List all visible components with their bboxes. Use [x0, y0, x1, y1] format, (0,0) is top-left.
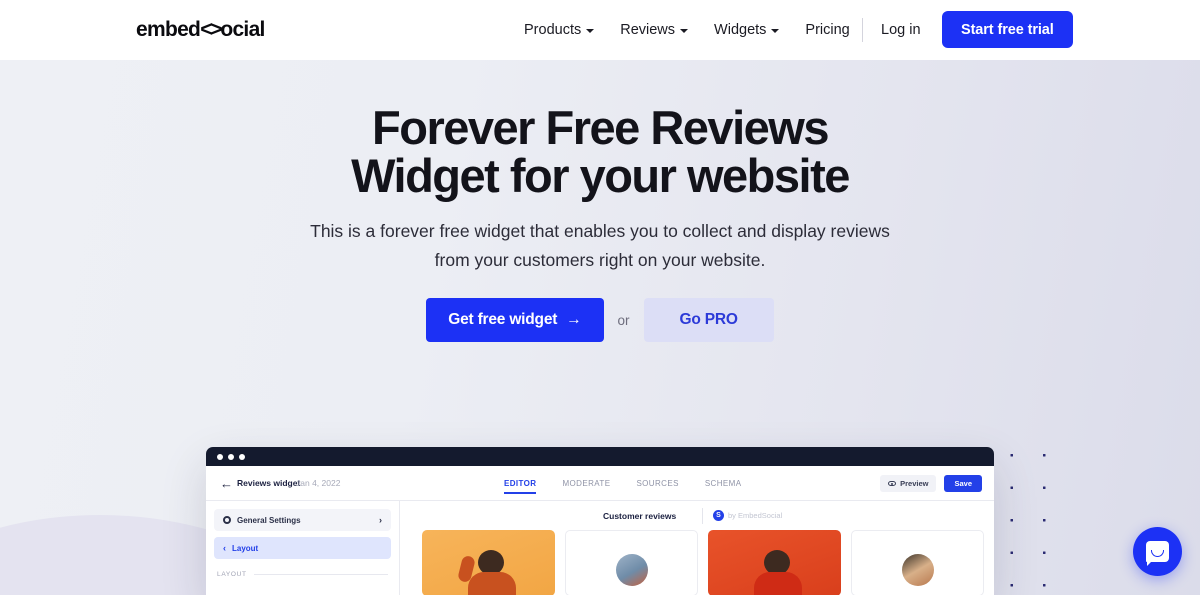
sidebar-section-label: LAYOUT: [217, 571, 247, 578]
tab-schema[interactable]: SCHEMA: [705, 466, 742, 501]
review-card-photo[interactable]: [422, 530, 555, 595]
tab-editor[interactable]: EDITOR: [504, 466, 537, 501]
nav-label-widgets: Widgets: [714, 22, 767, 38]
chevron-down-icon: [680, 29, 689, 33]
go-pro-button[interactable]: Go PRO: [643, 298, 774, 342]
mockup-tabs: EDITOR MODERATE SOURCES SCHEMA: [504, 466, 741, 501]
sidebar-item-general-settings[interactable]: General Settings ›: [214, 509, 391, 531]
mockup-main-header: Customer reviews S by EmbedSocial: [400, 501, 994, 530]
or-separator-label: or: [617, 312, 630, 328]
figure-body: [468, 572, 516, 595]
tab-moderate[interactable]: MODERATE: [562, 466, 610, 501]
nav-label-reviews: Reviews: [620, 22, 676, 38]
mockup-header: ← Reviews widget Jan 4, 2022 EDITOR MODE…: [206, 466, 994, 501]
nav-item-widgets[interactable]: Widgets: [714, 22, 780, 38]
smile-icon: [1151, 550, 1164, 557]
embedsocial-badge[interactable]: S by EmbedSocial: [713, 510, 782, 521]
general-settings-label: General Settings: [237, 515, 301, 525]
page-title: Forever Free Reviews Widget for your web…: [0, 104, 1200, 200]
hero-cta-row: Get free widget → or Go PRO: [0, 298, 1200, 342]
top-navbar: embed<>ocial Products Reviews Widgets Pr…: [0, 0, 1200, 60]
start-free-trial-button[interactable]: Start free trial: [942, 11, 1073, 48]
hero-subtitle: This is a forever free widget that enabl…: [310, 221, 890, 270]
avatar: [615, 554, 648, 586]
general-settings-left: General Settings: [223, 516, 301, 525]
review-card-photo[interactable]: [708, 530, 841, 595]
chevron-right-icon: ›: [379, 514, 382, 525]
review-card-avatar[interactable]: [851, 530, 984, 595]
preview-label: Preview: [900, 479, 929, 488]
logo-text-pre: embed: [136, 18, 201, 41]
tab-sources[interactable]: SOURCES: [636, 466, 678, 501]
page-root: embed<>ocial Products Reviews Widgets Pr…: [0, 0, 1200, 595]
embedsocial-logo[interactable]: embed<>ocial: [136, 18, 265, 42]
logo-chevrons-icon: <>: [200, 18, 222, 41]
login-link[interactable]: Log in: [881, 0, 921, 60]
person-figure: [457, 550, 518, 595]
nav-item-pricing[interactable]: Pricing: [805, 22, 849, 38]
hero-title-line-2: Widget for your website: [351, 149, 850, 202]
embedsocial-badge-label: by EmbedSocial: [728, 511, 783, 520]
header-separator: [702, 508, 703, 524]
avatar: [901, 554, 934, 586]
mockup-titlebar: [206, 447, 994, 466]
customer-reviews-title: Customer reviews: [603, 511, 677, 521]
sidebar-section-layout: LAYOUT: [214, 571, 391, 578]
nav-label-products: Products: [524, 22, 582, 38]
layout-label: Layout: [232, 543, 259, 553]
layout-left: ‹ Layout: [223, 542, 259, 553]
app-mockup: ← Reviews widget Jan 4, 2022 EDITOR MODE…: [206, 447, 994, 595]
get-free-widget-button[interactable]: Get free widget →: [426, 298, 604, 342]
hero-title-line-1: Forever Free Reviews: [372, 101, 829, 154]
mockup-actions: Preview Save: [880, 475, 982, 492]
chevron-left-icon: ‹: [223, 542, 226, 553]
widget-name-label: Reviews widget: [237, 478, 301, 488]
chevron-down-icon: [586, 29, 595, 33]
window-dot-icon: [228, 453, 234, 460]
get-free-widget-label: Get free widget: [448, 311, 558, 328]
logo-text-post: ocial: [220, 18, 265, 41]
preview-button[interactable]: Preview: [880, 475, 937, 492]
mockup-main-panel: Customer reviews S by EmbedSocial: [400, 501, 994, 595]
review-cards-row: [422, 530, 984, 595]
nav-links: Products Reviews Widgets Pricing: [524, 0, 850, 60]
nav-item-reviews[interactable]: Reviews: [620, 22, 689, 38]
chat-launcher-button[interactable]: [1133, 527, 1182, 576]
mockup-sidebar: General Settings › ‹ Layout LAYOUT: [206, 501, 400, 595]
nav-label-pricing: Pricing: [805, 22, 850, 38]
save-button[interactable]: Save: [944, 475, 982, 492]
figure-body: [754, 572, 802, 595]
widget-date-label: Jan 4, 2022: [296, 478, 341, 488]
chat-bubble-icon: [1146, 541, 1169, 566]
window-dot-icon: [239, 453, 245, 460]
review-card-avatar[interactable]: [565, 530, 698, 595]
chevron-down-icon: [771, 29, 780, 33]
nav-item-products[interactable]: Products: [524, 22, 595, 38]
gear-icon: [223, 516, 231, 524]
back-arrow-icon[interactable]: ←: [220, 477, 233, 490]
embedsocial-mark-icon: S: [713, 510, 724, 521]
sidebar-item-layout[interactable]: ‹ Layout: [214, 537, 391, 559]
nav-divider: [862, 18, 863, 42]
person-figure: [752, 550, 804, 595]
mockup-body: General Settings › ‹ Layout LAYOUT Custo…: [206, 501, 994, 595]
eye-icon: [888, 480, 897, 487]
arrow-right-icon: →: [566, 311, 582, 328]
section-divider: [253, 574, 388, 575]
window-dot-icon: [217, 453, 223, 460]
